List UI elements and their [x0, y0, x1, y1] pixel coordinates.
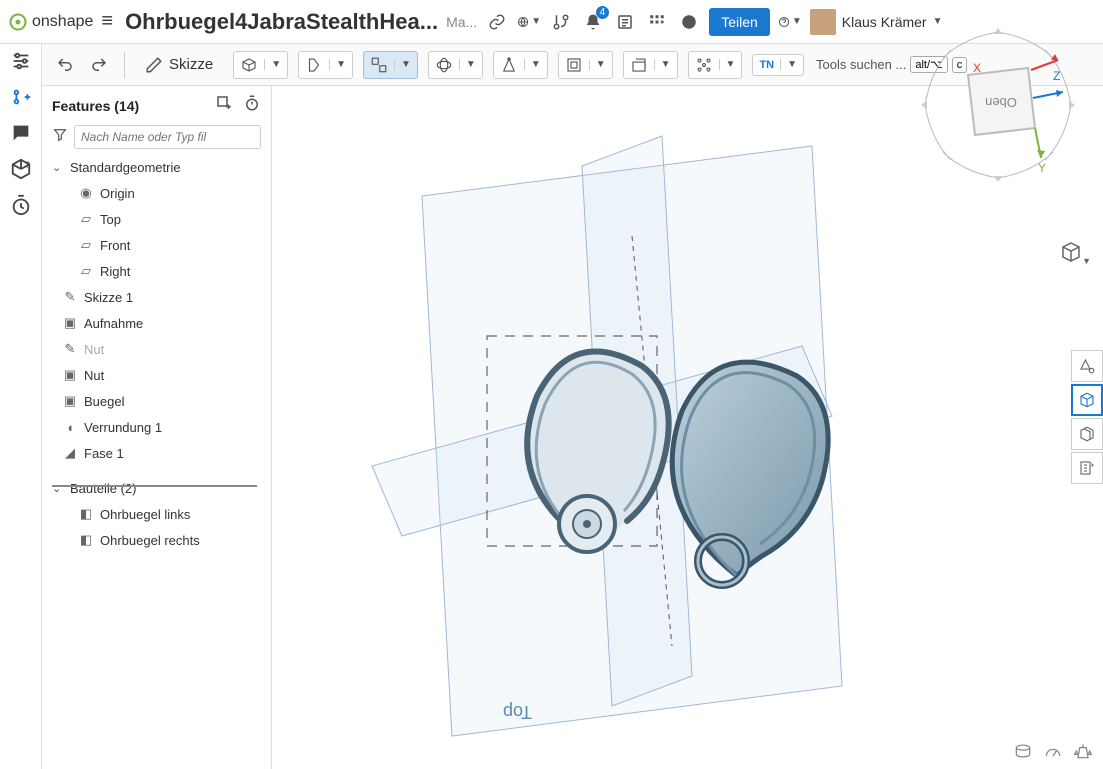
draft-tool[interactable]: ▼: [493, 51, 548, 79]
rail-timer-icon[interactable]: [10, 194, 32, 216]
extrude-icon: ▣: [62, 393, 78, 409]
redo-button[interactable]: [84, 52, 114, 78]
avatar: [810, 9, 836, 35]
appstore-icon[interactable]: [677, 10, 701, 34]
tree-fase[interactable]: ◢Fase 1: [42, 440, 271, 466]
tree-nut[interactable]: ▣Nut: [42, 362, 271, 388]
tree-default-geometry[interactable]: ⌄ Standardgeometrie: [42, 155, 271, 180]
notification-badge: 4: [596, 6, 610, 19]
rail-cube-icon[interactable]: ?: [10, 158, 32, 180]
notifications-icon[interactable]: 4: [581, 10, 605, 34]
sketch-label: Skizze: [169, 56, 213, 73]
extrude-icon: ▣: [62, 367, 78, 383]
tree-buegel[interactable]: ▣Buegel: [42, 388, 271, 414]
tree-aufnahme[interactable]: ▣Aufnahme: [42, 310, 271, 336]
pencil-icon: ✎: [62, 289, 78, 305]
sweep-tool[interactable]: ▼: [363, 51, 418, 79]
fillet-icon: ◖: [62, 419, 78, 435]
link-icon[interactable]: [485, 10, 509, 34]
tree-part-links[interactable]: ◧Ohrbuegel links: [42, 501, 271, 527]
share-button[interactable]: Teilen: [709, 8, 770, 36]
sketch-button[interactable]: Skizze: [135, 52, 223, 78]
plane-icon: ▱: [78, 211, 94, 227]
chevron-down-icon: ⌄: [52, 482, 64, 495]
features-panel: Features (14) ⌄ Standardgeometrie ◉Origi…: [42, 86, 272, 769]
pencil-icon: [145, 56, 163, 74]
toolbar-divider: [124, 52, 125, 78]
right-rail: [1071, 350, 1103, 484]
search-tools-label: Tools suchen ...: [816, 57, 906, 72]
view-cube[interactable]: Oben X Y Z: [913, 20, 1083, 190]
tree-parts[interactable]: ⌄ Bauteile (2): [42, 476, 271, 501]
filter-icon[interactable]: [52, 127, 68, 148]
features-title: Features (14): [52, 98, 139, 114]
tree-plane-front[interactable]: ▱Front: [42, 232, 271, 258]
features-header: Features (14): [42, 86, 271, 125]
plane-icon: ▱: [78, 237, 94, 253]
rail-configure-icon[interactable]: [10, 50, 32, 72]
version-icon[interactable]: [549, 10, 573, 34]
rollback-bar[interactable]: [52, 485, 257, 487]
shell-tool[interactable]: ▼: [558, 51, 613, 79]
add-feature-icon[interactable]: [215, 94, 233, 117]
svg-text:Z: Z: [1053, 69, 1060, 83]
tree-nut-sketch[interactable]: ✎Nut: [42, 336, 271, 362]
chevron-down-icon: ⌄: [52, 161, 64, 174]
tree-origin[interactable]: ◉Origin: [42, 180, 271, 206]
section-panel-button[interactable]: [1071, 418, 1103, 450]
brand-logo[interactable]: onshape: [8, 12, 93, 32]
document-branch[interactable]: Ma...: [446, 14, 477, 30]
help-icon[interactable]: ▼: [778, 10, 802, 34]
undo-button[interactable]: [50, 52, 80, 78]
rail-add-icon[interactable]: [10, 86, 32, 108]
fillet-tool[interactable]: ▼: [428, 51, 483, 79]
extrude-icon: ▣: [62, 315, 78, 331]
feature-tree: ⌄ Standardgeometrie ◉Origin ▱Top ▱Front …: [42, 155, 271, 769]
plane-icon: ▱: [78, 263, 94, 279]
left-rail: ?: [0, 44, 42, 769]
origin-icon: ◉: [78, 185, 94, 201]
globe-icon[interactable]: ▼: [517, 10, 541, 34]
svg-text:X: X: [973, 61, 981, 75]
plane-tool[interactable]: ▼: [623, 51, 678, 79]
tree-plane-top[interactable]: ▱Top: [42, 206, 271, 232]
isometric-panel-button[interactable]: [1071, 384, 1103, 416]
svg-text:Oben: Oben: [985, 95, 1017, 110]
apps-icon[interactable]: [645, 10, 669, 34]
tree-plane-right[interactable]: ▱Right: [42, 258, 271, 284]
brand-text: onshape: [32, 13, 93, 31]
menu-icon[interactable]: ≡: [101, 10, 113, 33]
rail-comments-icon[interactable]: [10, 122, 32, 144]
svg-text:Y: Y: [1038, 161, 1046, 175]
tree-skizze1[interactable]: ✎Skizze 1: [42, 284, 271, 310]
appearance-panel-button[interactable]: [1071, 350, 1103, 382]
tree-label: Standardgeometrie: [70, 160, 181, 175]
units-icon[interactable]: [1013, 741, 1033, 761]
pencil-icon: ✎: [62, 341, 78, 357]
extrude-tool[interactable]: ▼: [233, 51, 288, 79]
timer-icon[interactable]: [243, 94, 261, 117]
chamfer-icon: ◢: [62, 445, 78, 461]
mass-icon[interactable]: [1073, 741, 1093, 761]
filter-input[interactable]: [74, 125, 261, 149]
svg-text:Top: Top: [503, 702, 532, 722]
tree-verrundung[interactable]: ◖Verrundung 1: [42, 414, 271, 440]
part-icon: ◧: [78, 532, 94, 548]
tree-label: Bauteile (2): [70, 481, 136, 496]
document-title[interactable]: Ohrbuegel4JabraStealthHea...: [125, 9, 438, 35]
bom-icon[interactable]: [613, 10, 637, 34]
filter-row: [42, 125, 271, 155]
text-tool[interactable]: TN▼: [752, 54, 804, 76]
revolve-tool[interactable]: ▼: [298, 51, 353, 79]
view-iso-icon[interactable]: ▼: [1059, 240, 1083, 264]
part-icon: ◧: [78, 506, 94, 522]
pattern-tool[interactable]: ▼: [688, 51, 743, 79]
tree-part-rechts[interactable]: ◧Ohrbuegel rechts: [42, 527, 271, 553]
onshape-icon: [8, 12, 28, 32]
dimension-panel-button[interactable]: [1071, 452, 1103, 484]
precision-icon[interactable]: [1043, 741, 1063, 761]
bottom-status-icons: [1013, 741, 1093, 761]
